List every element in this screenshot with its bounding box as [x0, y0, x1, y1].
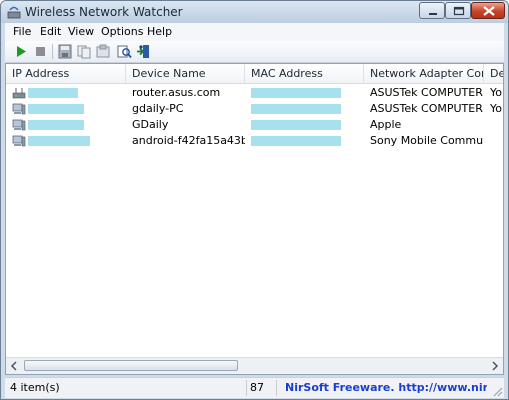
menu-help[interactable]: Help — [147, 25, 172, 38]
status-bar: 4 item(s) 87 NirSoft Freeware. http://ww… — [5, 377, 504, 398]
computer-icon — [12, 119, 26, 131]
minimize-icon — [429, 13, 437, 15]
scrollbar-thumb[interactable] — [24, 360, 238, 371]
scroll-left-icon[interactable] — [6, 358, 22, 374]
resize-grip-icon[interactable] — [491, 385, 503, 397]
table-row[interactable]: android-f42fa15a43b7... Sony Mobile Comm… — [6, 133, 503, 149]
device-info-cell: Yo — [490, 86, 502, 99]
ip-address-redacted — [28, 88, 78, 98]
ip-address-redacted — [28, 136, 90, 146]
nirsoft-link[interactable]: NirSoft Freeware. http://www.nirsoft.net — [277, 380, 487, 396]
menu-view[interactable]: View — [68, 25, 94, 38]
play-icon[interactable] — [13, 44, 29, 59]
adapter-cell: Sony Mobile Commun... — [370, 134, 484, 147]
adapter-cell: ASUSTek COMPUTER I... — [370, 86, 484, 99]
mac-address-redacted — [251, 136, 341, 146]
device-info-cell — [484, 133, 503, 149]
mac-address-redacted — [251, 120, 341, 130]
mac-address-redacted — [251, 104, 341, 114]
maximize-icon — [453, 6, 465, 16]
adapter-cell: ASUSTek COMPUTER I... — [370, 102, 484, 115]
menu-bar: File Edit View Options Help — [5, 23, 504, 42]
toolbar-separator — [52, 44, 53, 59]
device-name-cell: gdaily-PC — [132, 102, 184, 115]
app-window: Wireless Network Watcher File Edit View … — [0, 0, 509, 400]
device-list[interactable]: IP Address Device Name MAC Address Netwo… — [5, 63, 504, 375]
toolbar — [5, 41, 504, 63]
menu-file[interactable]: File — [13, 25, 31, 38]
device-name-cell: android-f42fa15a43b7... — [132, 134, 245, 147]
computer-icon — [12, 135, 26, 147]
table-row[interactable]: GDaily Apple — [6, 117, 503, 133]
stop-icon[interactable] — [32, 44, 48, 59]
router-icon — [12, 88, 26, 99]
table-row[interactable]: router.asus.com ASUSTek COMPUTER I... Yo — [6, 85, 503, 101]
exit-icon[interactable] — [135, 44, 151, 59]
horizontal-scrollbar[interactable] — [6, 357, 503, 374]
column-ip-address[interactable]: IP Address — [6, 64, 126, 83]
properties-icon[interactable] — [95, 44, 111, 59]
save-icon[interactable] — [57, 44, 73, 59]
list-header: IP Address Device Name MAC Address Netwo… — [6, 64, 503, 84]
column-device-info[interactable]: De — [484, 64, 503, 83]
ip-address-redacted — [28, 104, 84, 114]
find-icon[interactable] — [116, 44, 132, 59]
title-bar[interactable]: Wireless Network Watcher — [1, 1, 508, 23]
menu-options[interactable]: Options — [101, 25, 143, 38]
count-status: 87 — [247, 380, 277, 396]
close-icon — [483, 6, 495, 16]
menu-edit[interactable]: Edit — [40, 25, 61, 38]
device-name-cell: GDaily — [132, 118, 169, 131]
window-title: Wireless Network Watcher — [25, 5, 183, 19]
device-info-cell — [484, 117, 503, 133]
item-count-status: 4 item(s) — [7, 380, 247, 396]
mac-address-redacted — [251, 88, 341, 98]
close-button[interactable] — [471, 2, 505, 19]
column-network-adapter[interactable]: Network Adapter Com... — [364, 64, 484, 83]
ip-address-redacted — [28, 120, 84, 130]
maximize-button[interactable] — [445, 2, 471, 19]
minimize-button[interactable] — [419, 2, 445, 19]
column-mac-address[interactable]: MAC Address — [245, 64, 364, 83]
table-row[interactable]: gdaily-PC ASUSTek COMPUTER I... Yo — [6, 101, 503, 117]
computer-icon — [12, 103, 26, 115]
wifi-app-icon — [7, 6, 21, 19]
adapter-cell: Apple — [370, 118, 402, 131]
copy-icon[interactable] — [76, 44, 92, 59]
device-info-cell: Yo — [490, 102, 502, 115]
column-device-name[interactable]: Device Name — [126, 64, 245, 83]
device-name-cell: router.asus.com — [132, 86, 221, 99]
scroll-right-icon[interactable] — [487, 358, 503, 374]
